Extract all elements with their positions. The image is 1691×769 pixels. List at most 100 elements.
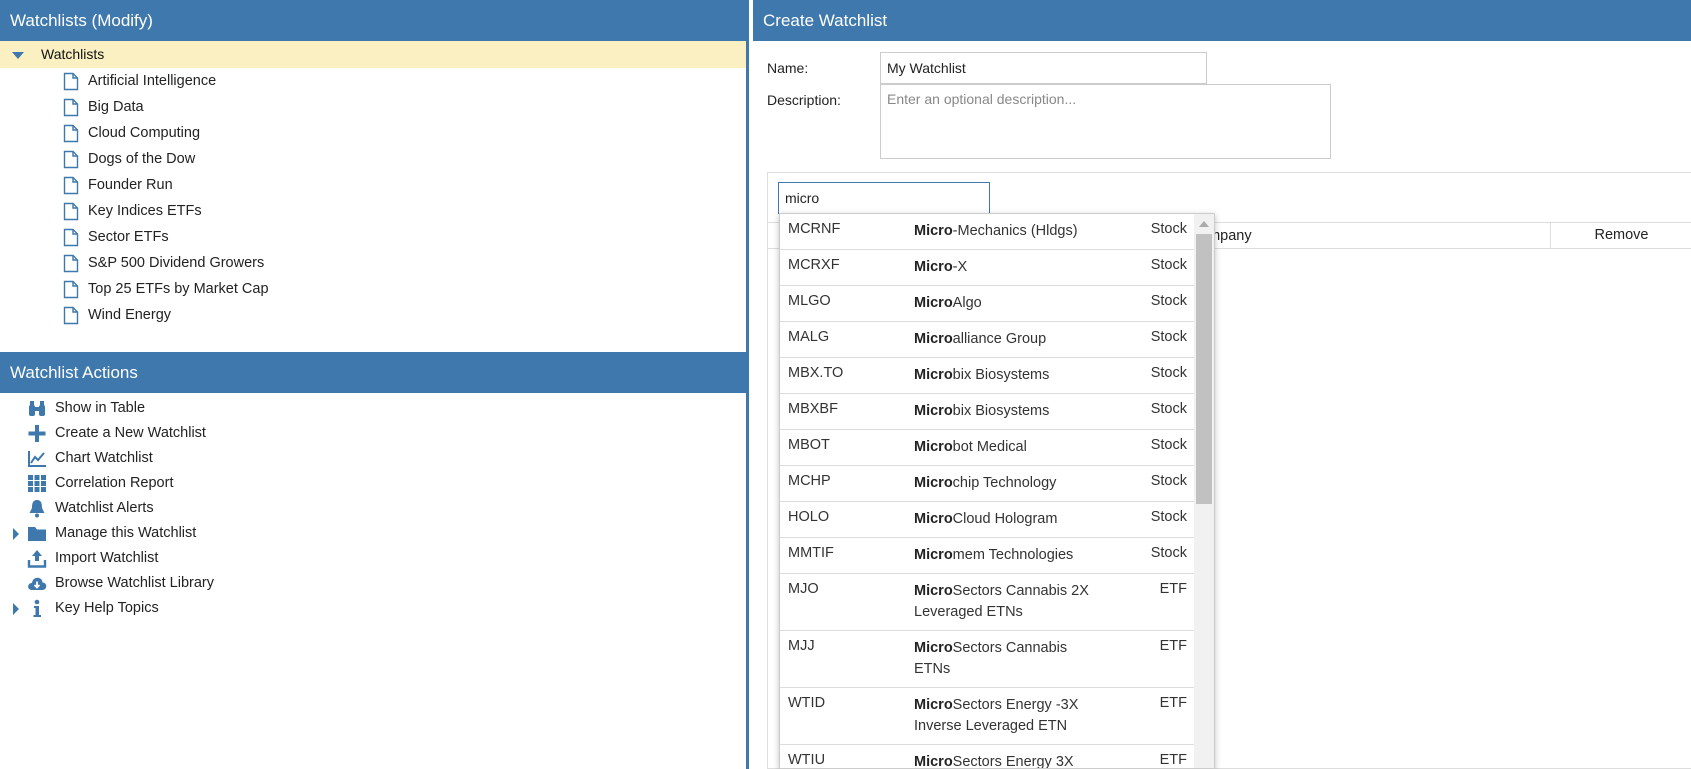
watchlist-item[interactable]: Founder Run — [0, 172, 746, 198]
watchlist-item[interactable]: Artificial Intelligence — [0, 68, 746, 94]
result-symbol: MMTIF — [788, 545, 834, 561]
result-name-match: Micro — [914, 475, 953, 491]
result-name-rest: alliance Group — [952, 331, 1047, 347]
result-name-match: Micro — [914, 640, 953, 656]
result-name-match: Micro — [914, 223, 953, 239]
action-info[interactable]: Key Help Topics — [0, 596, 746, 621]
autocomplete-item[interactable]: MLGO MicroAlgo Stock — [780, 286, 1195, 322]
symbol-search-input[interactable] — [778, 182, 990, 214]
result-type: ETF — [1159, 638, 1187, 654]
autocomplete-item[interactable]: WTIU MicroSectors Energy 3X Leveraged ETN… — [780, 745, 1195, 769]
result-name-match: Micro — [914, 754, 953, 769]
result-name-rest: bix Biosystems — [952, 367, 1050, 383]
cloud-download-icon — [27, 574, 47, 593]
autocomplete-item[interactable]: MJO MicroSectors Cannabis 2X Leveraged ET… — [780, 574, 1195, 631]
watchlist-item[interactable]: Sector ETFs — [0, 224, 746, 250]
result-name-match: Micro — [914, 367, 953, 383]
tree-root-watchlists[interactable]: Watchlists — [0, 41, 746, 68]
left-column: Watchlists (Modify) Watchlists Artificia… — [0, 0, 746, 769]
watchlists-panel-title: Watchlists (Modify) — [10, 11, 153, 30]
watchlist-item-label: Sector ETFs — [88, 229, 169, 245]
autocomplete-item[interactable]: MCHP Microchip Technology Stock — [780, 466, 1195, 502]
autocomplete-item[interactable]: MJJ MicroSectors Cannabis ETNs ETF — [780, 631, 1195, 688]
scrollbar-thumb[interactable] — [1196, 234, 1212, 504]
result-type: Stock — [1150, 545, 1187, 561]
plus-icon — [27, 424, 47, 443]
result-name: Microbot Medical — [914, 430, 1089, 465]
result-type: ETF — [1159, 695, 1187, 711]
watchlist-tree: Watchlists Artificial Intelligence Big Da… — [0, 41, 746, 352]
action-label: Correlation Report — [55, 475, 174, 491]
action-bell[interactable]: Watchlist Alerts — [0, 496, 746, 521]
description-input[interactable] — [880, 84, 1331, 159]
column-remove: Remove — [1550, 223, 1691, 248]
action-binoculars[interactable]: Show in Table — [0, 396, 746, 421]
document-icon — [63, 72, 79, 91]
watchlist-item-label: Dogs of the Dow — [88, 151, 196, 167]
result-type: Stock — [1150, 365, 1187, 381]
autocomplete-item[interactable]: MALG Microalliance Group Stock — [780, 322, 1195, 358]
result-symbol: MCRNF — [788, 221, 841, 237]
result-symbol: WTID — [788, 695, 826, 711]
name-input[interactable] — [880, 52, 1207, 84]
result-name-match: Micro — [914, 583, 953, 599]
result-name: Micro-Mechanics (Hldgs) — [914, 214, 1089, 249]
autocomplete-item[interactable]: HOLO MicroCloud Hologram Stock — [780, 502, 1195, 538]
action-cloud-download[interactable]: Browse Watchlist Library — [0, 571, 746, 596]
result-name-match: Micro — [914, 697, 953, 713]
watchlist-item[interactable]: Key Indices ETFs — [0, 198, 746, 224]
description-label: Description: — [767, 92, 841, 108]
action-label: Manage this Watchlist — [55, 525, 197, 541]
result-name: MicroSectors Cannabis ETNs — [914, 631, 1089, 687]
caret-right-icon[interactable] — [13, 528, 19, 540]
autocomplete-item[interactable]: MCRXF Micro-X Stock — [780, 250, 1195, 286]
result-name-rest: Algo — [952, 295, 982, 311]
autocomplete-item[interactable]: WTID MicroSectors Energy -3X Inverse Leve… — [780, 688, 1195, 745]
action-label: Browse Watchlist Library — [55, 575, 215, 591]
result-symbol: MBX.TO — [788, 365, 844, 381]
result-name-rest: bot Medical — [952, 439, 1027, 455]
action-folder[interactable]: Manage this Watchlist — [0, 521, 746, 546]
action-grid[interactable]: Correlation Report — [0, 471, 746, 496]
result-name-rest: chip Technology — [952, 475, 1057, 491]
watchlist-item[interactable]: S&P 500 Dividend Growers — [0, 250, 746, 276]
caret-right-icon[interactable] — [13, 603, 19, 615]
line-chart-icon — [27, 449, 47, 468]
result-type: Stock — [1150, 329, 1187, 345]
dropdown-scrollbar[interactable] — [1194, 214, 1214, 768]
watchlist-item-label: Wind Energy — [88, 307, 172, 323]
result-name: Microchip Technology — [914, 466, 1089, 501]
autocomplete-item[interactable]: MCRNF Micro-Mechanics (Hldgs) Stock — [780, 214, 1195, 250]
watchlist-item[interactable]: Dogs of the Dow — [0, 146, 746, 172]
autocomplete-item[interactable]: MBOT Microbot Medical Stock — [780, 430, 1195, 466]
watchlist-item[interactable]: Big Data — [0, 94, 746, 120]
folder-icon — [27, 524, 47, 543]
autocomplete-item[interactable]: MBXBF Microbix Biosystems Stock — [780, 394, 1195, 430]
autocomplete-item[interactable]: MMTIF Micromem Technologies Stock — [780, 538, 1195, 574]
result-name-match: Micro — [914, 295, 953, 311]
result-symbol: MBXBF — [788, 401, 838, 417]
watchlist-item[interactable]: Wind Energy — [0, 302, 746, 328]
scroll-up-arrow-icon[interactable] — [1199, 221, 1209, 227]
caret-down-icon[interactable] — [12, 52, 24, 59]
document-icon — [63, 306, 79, 325]
document-icon — [63, 254, 79, 273]
result-name: Microbix Biosystems — [914, 358, 1089, 393]
watchlist-item[interactable]: Top 25 ETFs by Market Cap — [0, 276, 746, 302]
actions-panel-header: Watchlist Actions — [0, 352, 746, 393]
watchlist-item[interactable]: Cloud Computing — [0, 120, 746, 146]
action-plus[interactable]: Create a New Watchlist — [0, 421, 746, 446]
actions-panel-title: Watchlist Actions — [10, 363, 138, 382]
result-name-rest: -Mechanics (Hldgs) — [952, 223, 1078, 239]
action-line-chart[interactable]: Chart Watchlist — [0, 446, 746, 471]
result-name: MicroSectors Cannabis 2X Leveraged ETNs — [914, 574, 1089, 630]
actions-list: Show in Table Create a New Watchlist Chart… — [0, 393, 746, 621]
autocomplete-item[interactable]: MBX.TO Microbix Biosystems Stock — [780, 358, 1195, 394]
bell-icon — [27, 499, 47, 518]
result-symbol: MBOT — [788, 437, 830, 453]
result-name: Microalliance Group — [914, 322, 1089, 357]
result-symbol: WTIU — [788, 752, 826, 768]
action-label: Create a New Watchlist — [55, 425, 206, 441]
info-icon — [27, 599, 47, 618]
action-upload[interactable]: Import Watchlist — [0, 546, 746, 571]
